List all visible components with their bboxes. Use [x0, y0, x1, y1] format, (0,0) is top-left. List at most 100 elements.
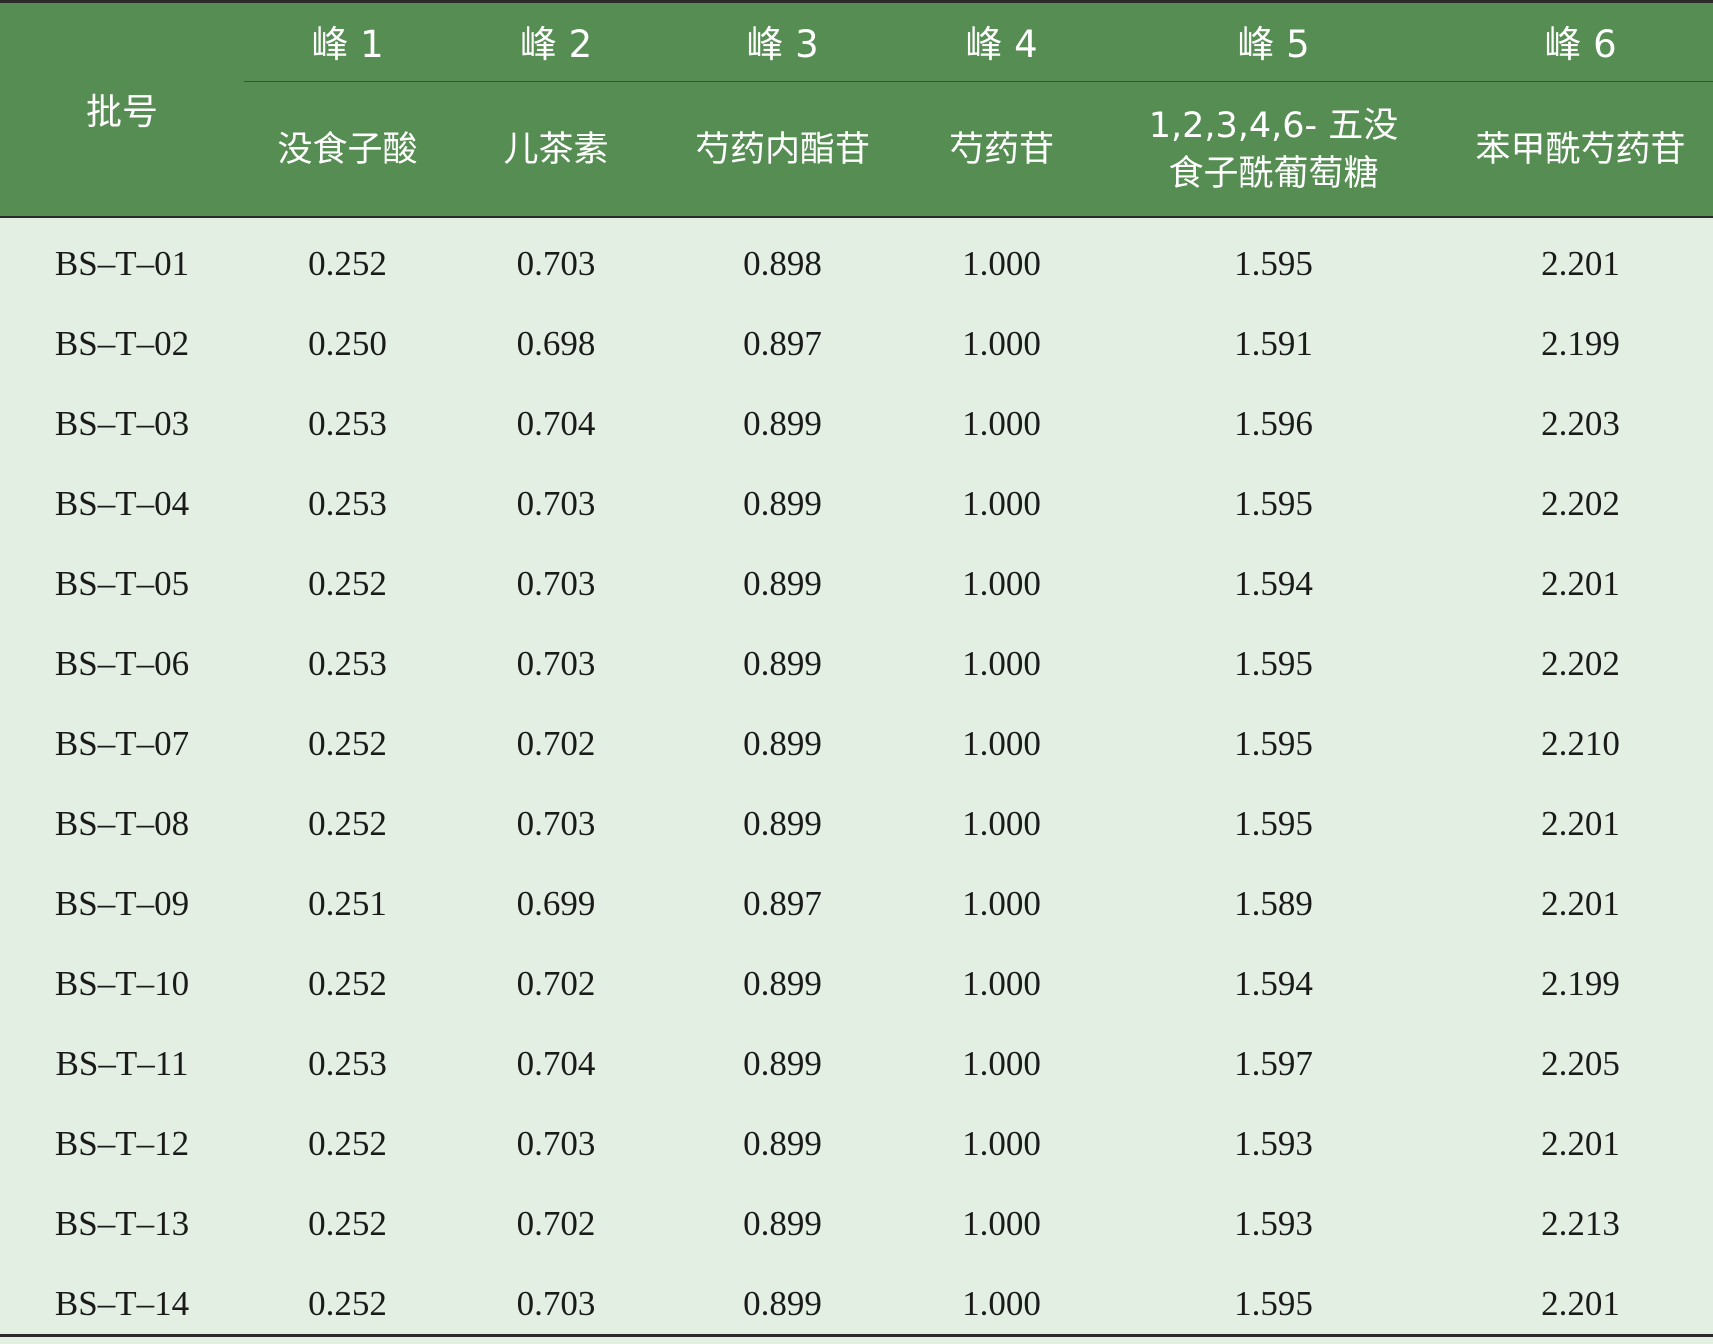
peak-value-cell-6: 2.201: [1541, 564, 1620, 603]
peak-value-cell-5: 1.593: [1234, 1204, 1313, 1243]
batch-cell: BS–T–13: [54, 1204, 190, 1243]
peak-value-cell-1: 0.253: [308, 1044, 387, 1083]
header-rule: [0, 216, 1713, 218]
top-rule: [0, 0, 1713, 3]
table-row: BS–T–09 0.251 0.699 0.897 1.000 1.589 2.201: [0, 864, 1713, 944]
compound-header-6: 苯甲酰芍药苷: [1448, 81, 1713, 218]
peak-value-cell-5: 1.595: [1234, 1284, 1313, 1323]
batch-header: 批号: [0, 0, 244, 218]
peak-value-cell-6: 2.201: [1541, 1284, 1620, 1323]
peak-value-cell-4: 1.000: [962, 244, 1041, 283]
peak-value-cell-1: 0.251: [308, 884, 387, 923]
peak-value-cell-5: 1.594: [1234, 564, 1313, 603]
batch-cell: BS–T–07: [54, 724, 190, 763]
peak-value-cell-4: 1.000: [962, 804, 1041, 843]
peak-value-cell-5: 1.595: [1234, 244, 1313, 283]
table-row: BS–T–02 0.250 0.698 0.897 1.000 1.591 2.199: [0, 304, 1713, 384]
peak-value-cell-5: 1.597: [1234, 1044, 1313, 1083]
peak-value-cell-3: 0.899: [743, 1204, 822, 1243]
table-row: BS–T–05 0.252 0.703 0.899 1.000 1.594 2.201: [0, 544, 1713, 624]
peak-value-cell-6: 2.202: [1541, 644, 1620, 683]
peak-value-cell-2: 0.703: [516, 1124, 596, 1163]
peak-value-cell-6: 2.213: [1541, 1204, 1620, 1243]
table-header: 批号 峰 1 峰 2 峰 3 峰 4 峰 5 峰 6 没食子酸 儿茶素 芍药内酯…: [0, 0, 1713, 218]
peak-value-cell-2: 0.702: [516, 1204, 596, 1243]
batch-cell: BS–T–01: [54, 244, 190, 283]
peak-value-cell-6: 2.205: [1541, 1044, 1620, 1083]
peak-value-cell-5: 1.591: [1234, 324, 1313, 363]
peak-value-cell-3: 0.899: [743, 564, 822, 603]
bottom-rule: [0, 1334, 1713, 1337]
peak-value-cell-1: 0.252: [308, 1284, 387, 1323]
batch-cell: BS–T–03: [54, 404, 190, 443]
peak-header-4: 峰 4: [904, 0, 1099, 82]
table-row: BS–T–08 0.252 0.703 0.899 1.000 1.595 2.201: [0, 784, 1713, 864]
peak-value-cell-1: 0.252: [308, 724, 387, 763]
peak-value-cell-4: 1.000: [962, 964, 1041, 1003]
peak-value-cell-2: 0.702: [516, 964, 596, 1003]
peak-value-cell-3: 0.899: [743, 724, 822, 763]
table-row: BS–T–10 0.252 0.702 0.899 1.000 1.594 2.199: [0, 944, 1713, 1024]
peak-header-2: 峰 2: [451, 0, 661, 82]
batch-cell: BS–T–14: [54, 1284, 190, 1323]
peak-value-cell-3: 0.899: [743, 804, 822, 843]
peak-value-cell-2: 0.703: [516, 484, 596, 523]
peak-value-cell-1: 0.250: [308, 324, 387, 363]
peak-value-cell-3: 0.899: [743, 964, 822, 1003]
compound-header-row: 没食子酸 儿茶素 芍药内酯苷 芍药苷 1,2,3,4,6- 五没 食子酰葡萄糖 …: [0, 81, 1713, 218]
batch-cell: BS–T–06: [54, 644, 190, 683]
peak-value-cell-6: 2.201: [1541, 804, 1620, 843]
peak-header-1: 峰 1: [244, 0, 451, 82]
compound-header-3: 芍药内酯苷: [661, 81, 904, 218]
batch-cell: BS–T–10: [54, 964, 190, 1003]
peak-value-cell-3: 0.899: [743, 644, 822, 683]
peak-value-cell-3: 0.899: [743, 1044, 822, 1083]
peak-value-cell-4: 1.000: [962, 724, 1041, 763]
peak-value-cell-4: 1.000: [962, 1124, 1041, 1163]
peak-value-cell-6: 2.199: [1541, 324, 1620, 363]
table-body: BS–T–01 0.252 0.703 0.898 1.000 1.595 2.201 BS–…: [0, 218, 1713, 1344]
peak-value-cell-2: 0.703: [516, 1284, 596, 1323]
peak-value-cell-3: 0.899: [743, 484, 822, 523]
table-row: BS–T–12 0.252 0.703 0.899 1.000 1.593 2.201: [0, 1104, 1713, 1184]
relative-retention-table: 批号 峰 1 峰 2 峰 3 峰 4 峰 5 峰 6 没食子酸 儿茶素 芍药内酯…: [0, 0, 1713, 1338]
peak-value-cell-1: 0.253: [308, 404, 387, 443]
table-row: BS–T–11 0.253 0.704 0.899 1.000 1.597 2.205: [0, 1024, 1713, 1104]
peak-value-cell-6: 2.203: [1541, 404, 1620, 443]
batch-cell: BS–T–11: [55, 1044, 189, 1083]
compound-header-2: 儿茶素: [451, 81, 661, 218]
peak-value-cell-3: 0.897: [743, 884, 822, 923]
peak-value-cell-4: 1.000: [962, 884, 1041, 923]
compound-header-4: 芍药苷: [904, 81, 1099, 218]
peak-value-cell-2: 0.703: [516, 564, 596, 603]
peak-value-cell-6: 2.210: [1541, 724, 1620, 763]
peak-value-cell-4: 1.000: [962, 324, 1041, 363]
peak-value-cell-5: 1.595: [1234, 724, 1313, 763]
table-row: BS–T–03 0.253 0.704 0.899 1.000 1.596 2.203: [0, 384, 1713, 464]
peak-value-cell-1: 0.252: [308, 1124, 387, 1163]
peak-value-cell-1: 0.252: [308, 1204, 387, 1243]
peak-value-cell-5: 1.595: [1234, 804, 1313, 843]
peak-value-cell-6: 2.201: [1541, 1124, 1620, 1163]
peak-header-6: 峰 6: [1448, 0, 1713, 82]
peak-value-cell-2: 0.698: [516, 324, 596, 363]
peak-value-cell-2: 0.699: [516, 884, 596, 923]
peak-header-3: 峰 3: [661, 0, 904, 82]
peak-value-cell-4: 1.000: [962, 644, 1041, 683]
peak-value-cell-4: 1.000: [962, 1044, 1041, 1083]
peak-value-cell-6: 2.201: [1541, 244, 1620, 283]
peak-value-cell-4: 1.000: [962, 564, 1041, 603]
table-row: BS–T–01 0.252 0.703 0.898 1.000 1.595 2.201: [0, 218, 1713, 304]
compound-header-5: 1,2,3,4,6- 五没 食子酰葡萄糖: [1099, 81, 1448, 218]
batch-cell: BS–T–08: [54, 804, 190, 843]
peak-value-cell-2: 0.702: [516, 724, 596, 763]
peak-value-cell-6: 2.202: [1541, 484, 1620, 523]
peak-value-cell-2: 0.704: [516, 404, 596, 443]
batch-cell: BS–T–05: [54, 564, 190, 603]
peak-value-cell-4: 1.000: [962, 404, 1041, 443]
peak-value-cell-1: 0.252: [308, 564, 387, 603]
peak-value-cell-2: 0.704: [516, 1044, 596, 1083]
batch-cell: BS–T–04: [54, 484, 190, 523]
peak-value-cell-1: 0.252: [308, 804, 387, 843]
peak-value-cell-2: 0.703: [516, 804, 596, 843]
